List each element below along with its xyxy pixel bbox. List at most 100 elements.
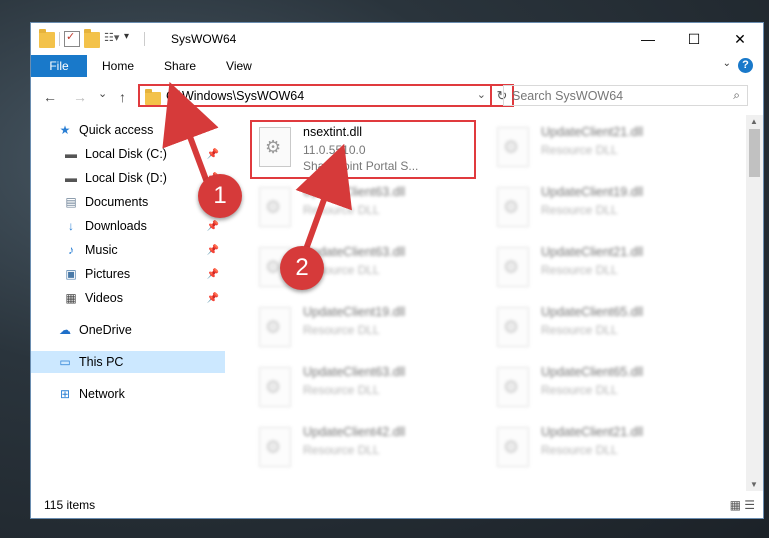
forward-button[interactable]: → [73,89,87,105]
pin-icon: 📌 [206,220,219,232]
tab-share[interactable]: Share [149,55,211,77]
customize-toolbar-icon[interactable]: ☷▾ [104,31,120,47]
status-bar: 115 items ▦ ☰ [31,492,763,518]
download-icon: ↓ [68,219,74,233]
dll-file-icon [497,127,529,167]
dll-file-icon [259,187,291,227]
file-name: UpdateClient65.dll [541,305,644,319]
sidebar-item-music[interactable]: ♪ Music 📌 [31,239,225,261]
ribbon-tabs: File Home Share View [31,55,763,77]
document-icon: ▤ [65,195,77,209]
separator [59,32,60,46]
sidebar-item-label: Network [79,387,125,401]
tab-home[interactable]: Home [87,55,149,77]
sidebar-item-label: Documents [85,195,149,209]
dll-file-icon [497,307,529,347]
sidebar-item-pictures[interactable]: ▣ Pictures 📌 [31,263,225,285]
file-name: UpdateClient21.dll [541,425,644,439]
file-description: Resource DLL [541,143,618,157]
file-item[interactable]: UpdateClient63.dll Resource DLL [253,361,479,415]
tab-view[interactable]: View [211,55,267,77]
item-count: 115 items [44,498,96,512]
toolbar-dropdown-icon[interactable]: ▾ [124,31,140,47]
sidebar-item-label: Pictures [85,267,131,281]
file-item[interactable]: UpdateClient19.dll Resource DLL [491,181,717,235]
sidebar-item-this-pc[interactable]: ▭ This PC [31,351,225,373]
file-name: UpdateClient19.dll [303,305,406,319]
search-icon[interactable]: ⌕ [733,88,740,103]
maximize-button[interactable]: ☐ [671,23,717,55]
address-path[interactable]: C:\Windows\SysWOW64 [166,89,304,103]
sidebar-item-local-disk-d[interactable]: ▬ Local Disk (D:) 📌 [31,167,225,189]
tab-file[interactable]: File [31,55,87,77]
minimize-button[interactable]: — [625,23,671,55]
file-item[interactable]: UpdateClient63.dll Resource DLL [253,181,479,235]
search-input[interactable]: Search SysWOW64 ⌕ [503,85,748,106]
step-badge-2: 2 [280,246,324,290]
back-button[interactable]: ← [43,89,57,105]
address-bar[interactable]: C:\Windows\SysWOW64 ⌄ [138,84,492,107]
close-button[interactable]: ✕ [717,23,763,55]
pictures-icon: ▣ [65,267,77,281]
sidebar-item-label: Quick access [79,123,154,137]
sidebar-item-documents[interactable]: ▤ Documents 📌 [31,191,225,213]
view-toggle-icon[interactable]: ▦ ☰ [730,498,755,512]
sidebar-item-label: Videos [85,291,123,305]
explorer-window: ☷▾ ▾ SysWOW64 — ☐ ✕ File Home Share View… [30,22,764,519]
sidebar-item-videos[interactable]: ▦ Videos 📌 [31,287,225,309]
window-title: SysWOW64 [171,32,237,46]
file-item[interactable]: UpdateClient65.dll Resource DLL [491,361,717,415]
pin-icon: 📌 [206,148,219,160]
sidebar-item-downloads[interactable]: ↓ Downloads 📌 [31,215,225,237]
scroll-down-icon[interactable]: ▼ [750,480,758,489]
computer-icon: ▭ [59,355,71,369]
search-placeholder: Search SysWOW64 [512,89,624,103]
file-name: UpdateClient19.dll [541,185,644,199]
sidebar-item-label: Downloads [85,219,147,233]
file-description: Resource DLL [541,323,618,337]
dll-file-icon [497,187,529,227]
expand-ribbon-icon[interactable]: ⌄ [723,58,731,69]
chevron-down-icon[interactable]: ⌄ [477,88,486,101]
file-item[interactable]: UpdateClient21.dll Resource DLL [491,241,717,295]
sidebar-item-network[interactable]: ⊞ Network [31,383,225,405]
pin-icon: 📌 [206,244,219,256]
pin-icon: 📌 [206,268,219,280]
recent-locations-button[interactable]: ⌄ [98,87,107,100]
step-badge-1: 1 [198,174,242,218]
file-description: Resource DLL [303,383,380,397]
file-description: Resource DLL [303,323,380,337]
sidebar-item-label: Local Disk (C:) [85,147,167,161]
dll-file-icon [497,367,529,407]
file-name: UpdateClient42.dll [303,425,406,439]
file-description: Resource DLL [541,203,618,217]
navigation-pane: ★ Quick access ▬ Local Disk (C:) 📌 ▬ Loc… [31,119,225,491]
file-description: Resource DLL [541,263,618,277]
file-item[interactable]: UpdateClient42.dll Resource DLL [253,421,479,475]
sidebar-item-onedrive[interactable]: ☁ OneDrive [31,319,225,341]
music-icon: ♪ [68,243,74,257]
file-item[interactable]: UpdateClient65.dll Resource DLL [491,301,717,355]
file-item[interactable]: UpdateClient21.dll Resource DLL [491,421,717,475]
scroll-up-icon[interactable]: ▲ [750,117,758,126]
new-folder-icon[interactable] [84,29,100,48]
file-name: UpdateClient63.dll [303,185,406,199]
up-button[interactable]: ↑ [119,89,126,105]
properties-icon[interactable] [64,30,80,47]
file-item[interactable]: UpdateClient21.dll Resource DLL [491,121,717,175]
file-name: UpdateClient63.dll [303,365,406,379]
sidebar-item-quick-access[interactable]: ★ Quick access [31,119,225,141]
sidebar-item-local-disk-c[interactable]: ▬ Local Disk (C:) 📌 [31,143,225,165]
file-description: Resource DLL [303,443,380,457]
videos-icon: ▦ [65,291,77,305]
sidebar-item-label: Music [85,243,118,257]
pin-icon: 📌 [206,292,219,304]
vertical-scrollbar[interactable]: ▲ ▼ [746,115,763,491]
file-item[interactable]: UpdateClient19.dll Resource DLL [253,301,479,355]
highlight-box [250,120,476,179]
file-name: UpdateClient21.dll [541,245,644,259]
help-icon[interactable]: ? [738,58,753,73]
sidebar-item-label: This PC [79,355,124,369]
network-icon: ⊞ [59,387,71,401]
scrollbar-thumb[interactable] [749,129,760,177]
